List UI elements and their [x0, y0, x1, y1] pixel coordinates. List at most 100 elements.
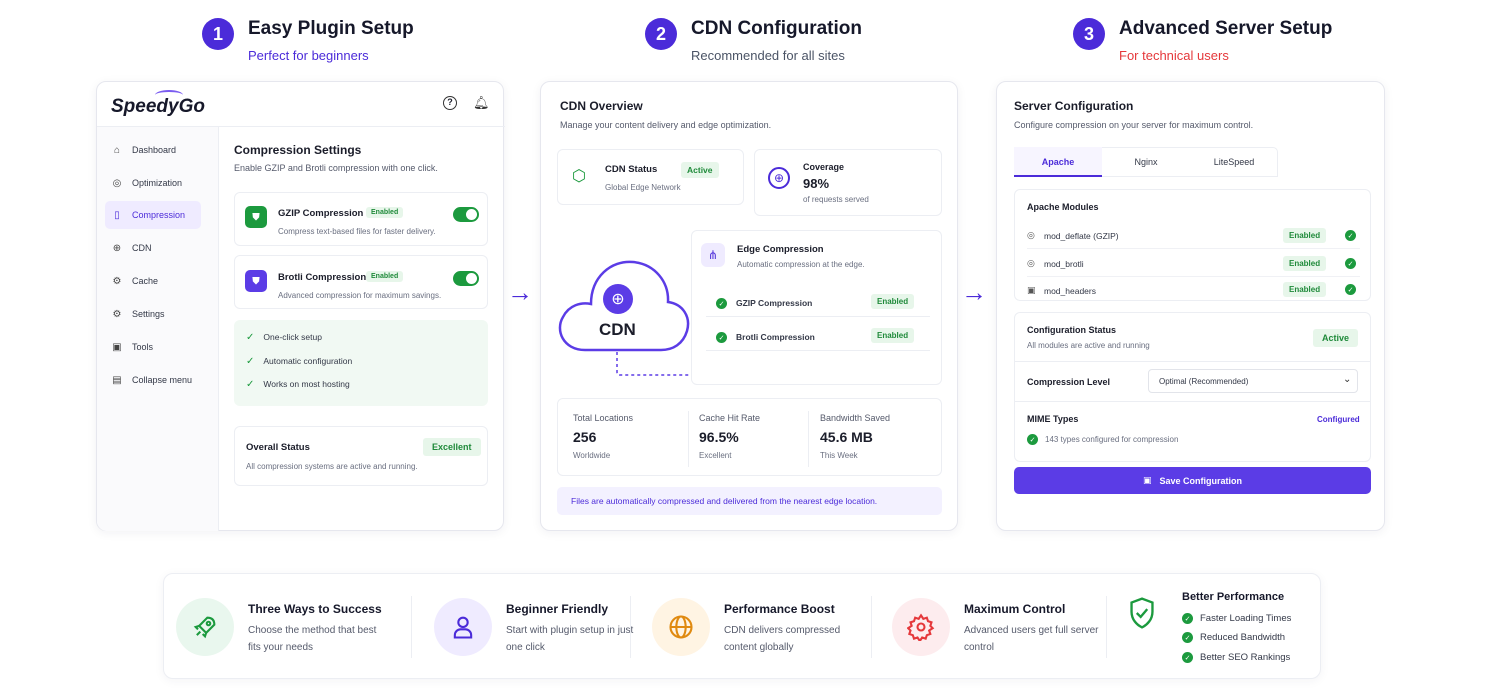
feature-description: Advanced users get full server control	[964, 625, 1099, 653]
sidebar-item-compression[interactable]: ▯ Compression	[105, 201, 201, 229]
overall-status-title: Overall Status	[246, 442, 310, 453]
check-circle-icon: ✓	[1182, 613, 1193, 624]
feature-beginner-friendly: Beginner Friendly Start with plugin setu…	[422, 574, 633, 680]
hexagon-icon: ⬡	[572, 168, 586, 185]
feature-better-performance: Better Performance ✓ Faster Loading Times…	[1116, 574, 1321, 680]
edge-compression-box: ⋔ Edge Compression Automatic compression…	[691, 230, 942, 385]
cdn-status-title: CDN Status	[605, 164, 658, 175]
stat-bandwidth-saved: Bandwidth Saved 45.6 MB This Week	[820, 413, 891, 460]
feature-description: CDN delivers compressed content globally	[724, 625, 841, 653]
gzip-setting: ⛊ GZIP Compression Enabled Compress text…	[234, 192, 488, 246]
apache-modules: Apache Modules ◎ mod_deflate (GZIP) Enab…	[1014, 189, 1371, 301]
check-icon: ✓	[246, 332, 255, 343]
overall-status-description: All compression systems are active and r…	[246, 462, 418, 471]
list-item: ✓ Faster Loading Times	[1182, 613, 1291, 624]
save-configuration-button[interactable]: ▣ Save Configuration	[1014, 467, 1371, 494]
gzip-title: GZIP Compression	[278, 208, 364, 219]
gzip-toggle[interactable]	[453, 207, 479, 222]
check-circle-icon: ✓	[1027, 434, 1038, 445]
bell-icon[interactable]: 🔔︎	[473, 95, 490, 111]
edge-description: Automatic compression at the edge.	[737, 260, 865, 269]
list-item: ✓ One-click setup	[246, 332, 322, 343]
help-icon[interactable]: ?	[443, 96, 457, 110]
brotli-toggle[interactable]	[453, 271, 479, 286]
arrow-right-icon: →	[507, 277, 533, 307]
shield-check-icon	[1126, 596, 1158, 635]
home-icon: ⌂	[113, 144, 121, 156]
coverage-title: Coverage	[803, 162, 845, 172]
feature-maximum-control: Maximum Control Advanced users get full …	[880, 574, 1100, 680]
page-description: Enable GZIP and Brotli compression with …	[234, 163, 438, 173]
list-item: ✓ GZIP Compression Enabled	[706, 287, 930, 317]
globe-icon: ⊕	[768, 167, 790, 189]
check-circle-icon: ✓	[1182, 632, 1193, 643]
sidebar-item-optimization[interactable]: ◎ Optimization	[105, 169, 201, 197]
feature-description: Choose the method that best fits your ne…	[248, 625, 377, 653]
tab-nginx[interactable]: Nginx	[1102, 147, 1190, 177]
list-item: ✓ Works on most hosting	[246, 379, 350, 390]
step-number: 1	[202, 18, 234, 50]
collapse-icon: ▤	[112, 374, 122, 386]
coverage-box: ⊕ Coverage 98% of requests served	[754, 149, 942, 216]
status-badge: Enabled	[871, 328, 915, 343]
step-number: 2	[645, 18, 677, 50]
compression-level-select[interactable]: Optimal (Recommended) ⌄	[1148, 369, 1358, 393]
step-3-header: 3 Advanced Server Setup For technical us…	[1073, 16, 1332, 63]
modules-title: Apache Modules	[1027, 202, 1099, 212]
globe-icon	[652, 598, 710, 656]
cdn-note: Files are automatically compressed and d…	[557, 487, 942, 515]
cdn-card: CDN Overview Manage your content deliver…	[540, 81, 958, 531]
sidebar-item-tools[interactable]: ▣ Tools	[105, 333, 201, 361]
feature-performance-boost: Performance Boost CDN delivers compresse…	[640, 574, 860, 680]
status-badge: Active	[1313, 329, 1359, 347]
step-title: CDN Configuration	[691, 18, 862, 39]
cdn-title: CDN Overview	[560, 99, 643, 113]
feature-title: Maximum Control	[964, 602, 1066, 616]
shield-icon: ⛊	[245, 270, 267, 292]
config-status-title: Configuration Status	[1027, 325, 1116, 335]
cache-icon: ⚙︎	[112, 275, 122, 287]
sidebar-item-cdn[interactable]: ⊕ CDN	[105, 234, 201, 262]
config-status-description: All modules are active and running	[1027, 341, 1150, 350]
sidebar-item-dashboard[interactable]: ⌂ Dashboard	[105, 136, 201, 164]
step-subtitle: Perfect for beginners	[248, 48, 369, 63]
user-icon	[434, 598, 492, 656]
sidebar-item-collapse[interactable]: ▤ Collapse menu	[105, 366, 201, 394]
features-bar: Three Ways to Success Choose the method …	[163, 573, 1321, 679]
table-row: ▣ mod_headers Enabled ✓	[1027, 279, 1360, 299]
cdn-status-description: Global Edge Network	[605, 183, 681, 192]
step-2-header: 2 CDN Configuration Recommended for all …	[645, 16, 862, 63]
compression-level-label: Compression Level	[1027, 377, 1111, 387]
sidebar-item-cache[interactable]: ⚙︎ Cache	[105, 267, 201, 295]
feature-three-ways: Three Ways to Success Choose the method …	[164, 574, 404, 680]
table-row: ◎ mod_brotli Enabled ✓	[1027, 251, 1360, 277]
mime-types-description: 143 types configured for compression	[1045, 435, 1179, 444]
feature-title: Three Ways to Success	[248, 602, 382, 616]
server-description: Configure compression on your server for…	[1014, 120, 1254, 130]
status-badge: Enabled	[871, 294, 915, 309]
optimization-icon: ◎	[112, 177, 122, 189]
check-circle-icon: ✓	[716, 332, 727, 343]
mime-types-title: MIME Types	[1027, 414, 1079, 424]
cdn-description: Manage your content delivery and edge op…	[560, 120, 772, 130]
status-badge: Enabled	[366, 271, 404, 282]
table-row: ◎ mod_deflate (GZIP) Enabled ✓	[1027, 223, 1360, 249]
step-title: Advanced Server Setup	[1119, 18, 1333, 39]
cdn-cloud-label: CDN	[599, 320, 636, 339]
step-subtitle: For technical users	[1119, 48, 1229, 63]
edge-title: Edge Compression	[737, 244, 824, 255]
status-badge: Enabled	[1283, 228, 1327, 243]
mime-types-status[interactable]: Configured	[1317, 415, 1360, 424]
tab-apache[interactable]: Apache	[1014, 147, 1102, 177]
feature-title: Performance Boost	[724, 602, 835, 616]
feature-description: Start with plugin setup in just one clic…	[506, 625, 634, 653]
step-number: 3	[1073, 18, 1105, 50]
sidebar-item-settings[interactable]: ⚙︎ Settings	[105, 300, 201, 328]
globe-icon: ⊕	[603, 284, 633, 314]
benefits-list: ✓ One-click setup ✓ Automatic configuratio…	[234, 320, 488, 406]
check-circle-icon: ✓	[1345, 284, 1356, 295]
tab-litespeed[interactable]: LiteSpeed	[1190, 147, 1278, 177]
module-icon: ▣	[1027, 285, 1036, 295]
feature-title: Beginner Friendly	[506, 602, 609, 616]
overall-status: Overall Status Excellent All compression…	[234, 426, 488, 486]
